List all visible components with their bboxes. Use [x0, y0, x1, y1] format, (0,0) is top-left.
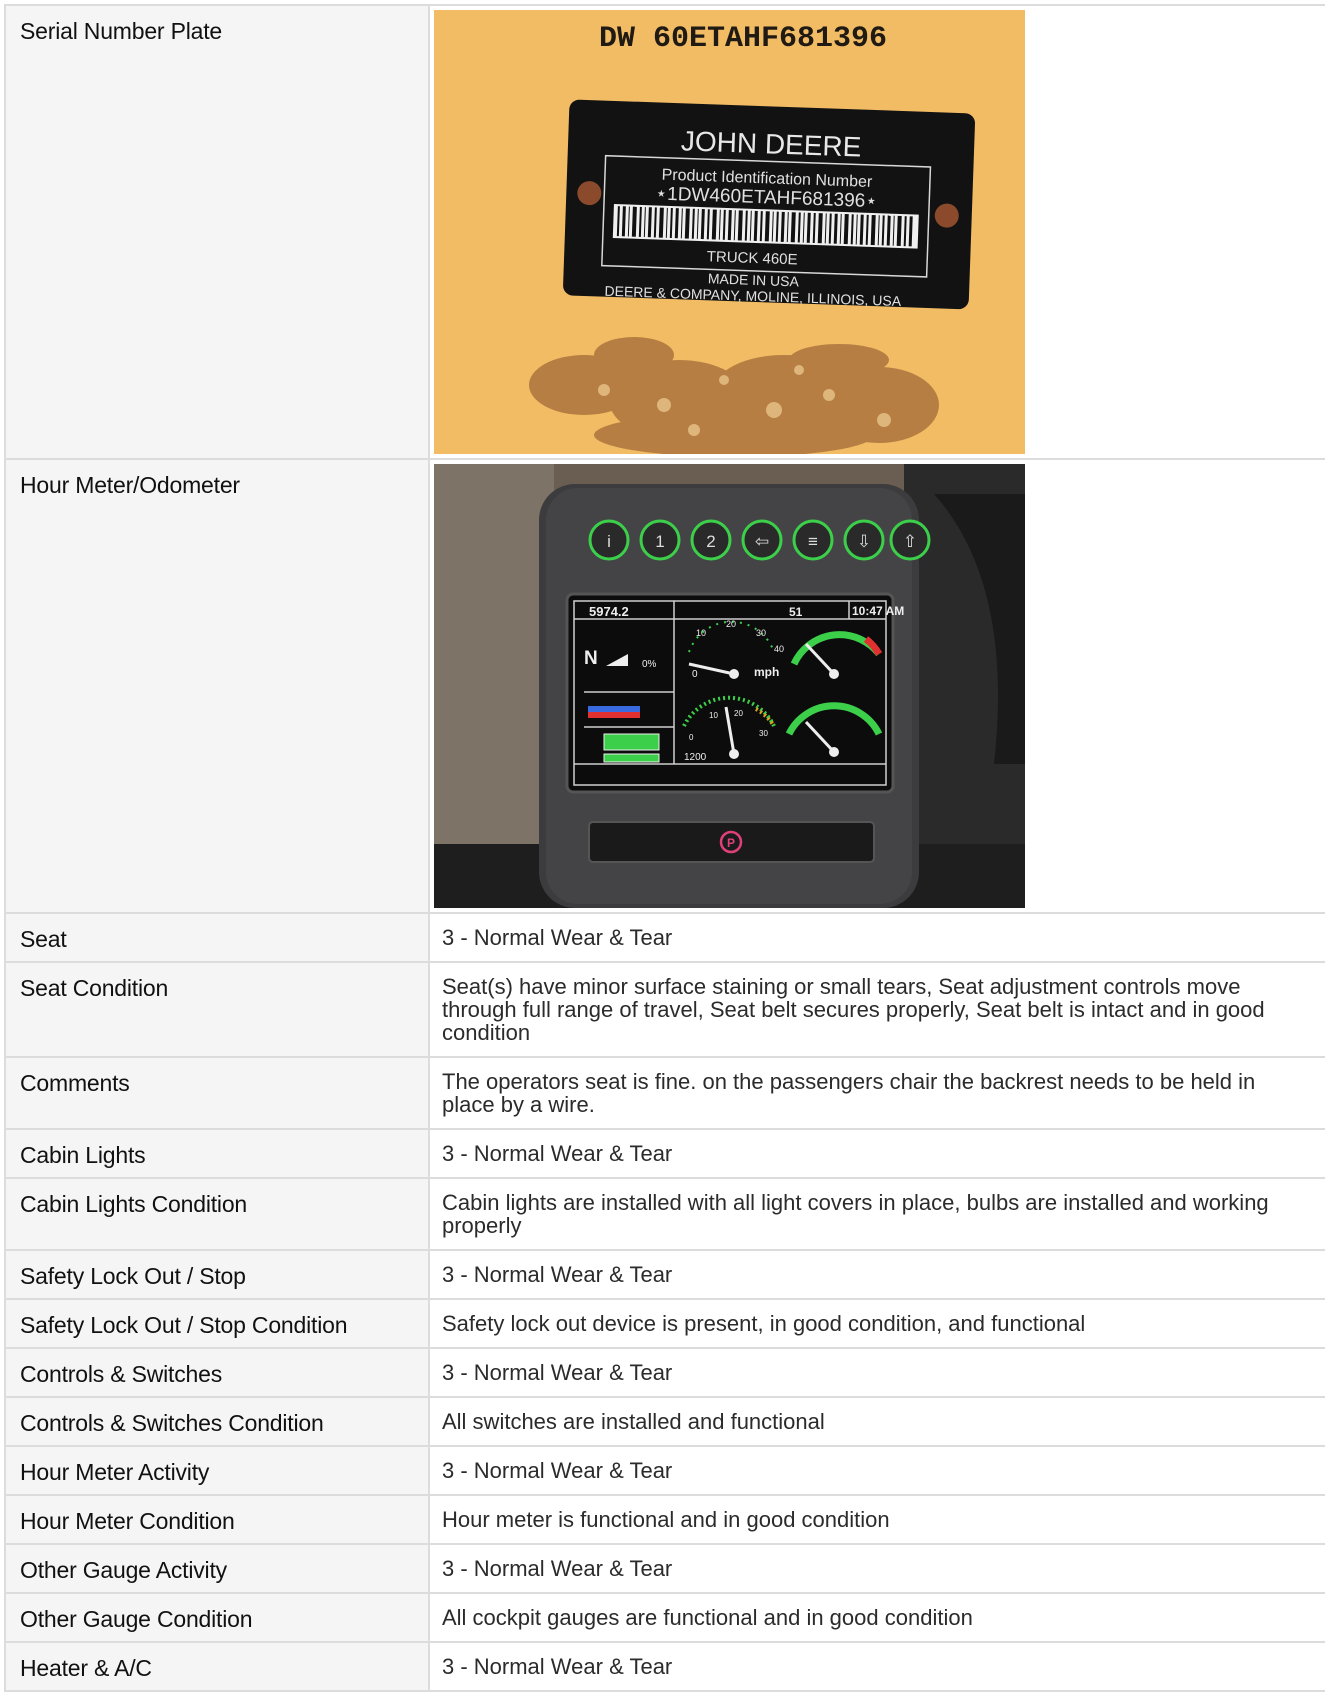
row-label: Safety Lock Out / Stop	[4, 1249, 430, 1300]
preset-2-button[interactable]: 2	[690, 519, 732, 561]
row-value: 3 - Normal Wear & Tear	[428, 1543, 1325, 1594]
row-label: Comments	[4, 1056, 430, 1130]
plate-model: TRUCK 460E	[706, 248, 797, 268]
table-row: Comments The operators seat is fine. on …	[4, 1056, 1325, 1130]
stamped-serial: DW 60ETAHF681396	[599, 22, 887, 56]
row-value: Safety lock out device is present, in go…	[428, 1298, 1325, 1349]
serial-number-plate-photo[interactable]: DW 60ETAHF681396 JOHN DEERE Product Iden…	[434, 10, 1025, 454]
table-row: Seat Condition Seat(s) have minor surfac…	[4, 961, 1325, 1058]
svg-text:20: 20	[726, 619, 736, 629]
row-value: 3 - Normal Wear & Tear	[428, 912, 1325, 963]
info-button[interactable]: i	[588, 519, 630, 561]
row-label: Controls & Switches	[4, 1347, 430, 1398]
table-row: Safety Lock Out / Stop Condition Safety …	[4, 1298, 1325, 1349]
svg-text:10: 10	[709, 711, 718, 720]
row-value: 3 - Normal Wear & Tear	[428, 1249, 1325, 1300]
svg-text:⇩: ⇩	[857, 532, 871, 551]
hour-meter-cell: i 1 2 ⇦ ≡ ⇩ ⇧ 5974.2 51 10:47 AM N 0% 0 …	[428, 458, 1325, 914]
temperature-reading: 51	[789, 605, 803, 619]
row-label: Hour Meter/Odometer	[4, 458, 430, 914]
table-row: Hour Meter Condition Hour meter is funct…	[4, 1494, 1325, 1545]
hour-reading: 5974.2	[589, 604, 629, 619]
row-value: All cockpit gauges are functional and in…	[428, 1592, 1325, 1643]
up-button[interactable]: ⇧	[889, 519, 931, 561]
svg-text:1: 1	[655, 532, 664, 551]
table-row: Cabin Lights 3 - Normal Wear & Tear	[4, 1128, 1325, 1179]
row-value: Cabin lights are installed with all ligh…	[428, 1177, 1325, 1251]
svg-text:2: 2	[706, 532, 715, 551]
preset-1-button[interactable]: 1	[639, 519, 681, 561]
svg-text:≡: ≡	[808, 532, 818, 551]
row-value: 3 - Normal Wear & Tear	[428, 1128, 1325, 1179]
svg-text:10: 10	[696, 628, 706, 638]
inspection-table: Serial Number Plate DW 60ETAHF681396 JOH…	[4, 4, 1325, 1692]
table-row: Safety Lock Out / Stop 3 - Normal Wear &…	[4, 1249, 1325, 1300]
table-row: Hour Meter Activity 3 - Normal Wear & Te…	[4, 1445, 1325, 1496]
row-value: Hour meter is functional and in good con…	[428, 1494, 1325, 1545]
row-label: Hour Meter Condition	[4, 1494, 430, 1545]
row-value: The operators seat is fine. on the passe…	[428, 1056, 1325, 1130]
row-label: Other Gauge Condition	[4, 1592, 430, 1643]
table-row: Heater & A/C 3 - Normal Wear & Tear	[4, 1641, 1325, 1692]
svg-text:i: i	[607, 532, 611, 551]
table-row: Cabin Lights Condition Cabin lights are …	[4, 1177, 1325, 1251]
row-label: Hour Meter Activity	[4, 1445, 430, 1496]
table-row: Hour Meter/Odometer i 1 2 ⇦ ≡ ⇩ ⇧ 5974.2…	[4, 458, 1325, 914]
table-row: Other Gauge Activity 3 - Normal Wear & T…	[4, 1543, 1325, 1594]
row-label: Serial Number Plate	[4, 4, 430, 460]
svg-text:⇦: ⇦	[755, 532, 769, 551]
gear-indicator: N	[584, 648, 598, 669]
row-value: Seat(s) have minor surface staining or s…	[428, 961, 1325, 1058]
row-value: 3 - Normal Wear & Tear	[428, 1445, 1325, 1496]
row-label: Other Gauge Activity	[4, 1543, 430, 1594]
serial-plate-cell: DW 60ETAHF681396 JOHN DEERE Product Iden…	[428, 4, 1325, 460]
svg-text:⇧: ⇧	[903, 532, 917, 551]
svg-text:30: 30	[756, 628, 766, 638]
back-button[interactable]: ⇦	[741, 519, 783, 561]
row-label: Cabin Lights	[4, 1128, 430, 1179]
row-label: Cabin Lights Condition	[4, 1177, 430, 1251]
menu-button[interactable]: ≡	[792, 519, 834, 561]
svg-text:20: 20	[734, 709, 743, 718]
throttle-percent: 0%	[642, 659, 657, 670]
row-label: Seat Condition	[4, 961, 430, 1058]
clock-reading: 10:47 AM	[852, 604, 904, 618]
row-label: Controls & Switches Condition	[4, 1396, 430, 1447]
table-row: Serial Number Plate DW 60ETAHF681396 JOH…	[4, 4, 1325, 460]
table-row: Other Gauge Condition All cockpit gauges…	[4, 1592, 1325, 1643]
svg-text:40: 40	[774, 644, 784, 654]
svg-text:mph: mph	[754, 665, 779, 679]
plate-brand: JOHN DEERE	[680, 125, 861, 162]
row-value: All switches are installed and functiona…	[428, 1396, 1325, 1447]
down-button[interactable]: ⇩	[843, 519, 885, 561]
table-row: Controls & Switches Condition All switch…	[4, 1396, 1325, 1447]
table-row: Seat 3 - Normal Wear & Tear	[4, 912, 1325, 963]
svg-text:1200: 1200	[684, 752, 707, 763]
row-label: Seat	[4, 912, 430, 963]
row-label: Heater & A/C	[4, 1641, 430, 1692]
table-row: Controls & Switches 3 - Normal Wear & Te…	[4, 1347, 1325, 1398]
svg-text:0: 0	[689, 733, 694, 742]
hour-meter-photo[interactable]: i 1 2 ⇦ ≡ ⇩ ⇧ 5974.2 51 10:47 AM N 0% 0 …	[434, 464, 1025, 908]
svg-text:30: 30	[759, 729, 768, 738]
svg-text:0: 0	[692, 669, 698, 680]
row-value: 3 - Normal Wear & Tear	[428, 1347, 1325, 1398]
row-label: Safety Lock Out / Stop Condition	[4, 1298, 430, 1349]
svg-text:P: P	[727, 836, 735, 850]
row-value: 3 - Normal Wear & Tear	[428, 1641, 1325, 1692]
